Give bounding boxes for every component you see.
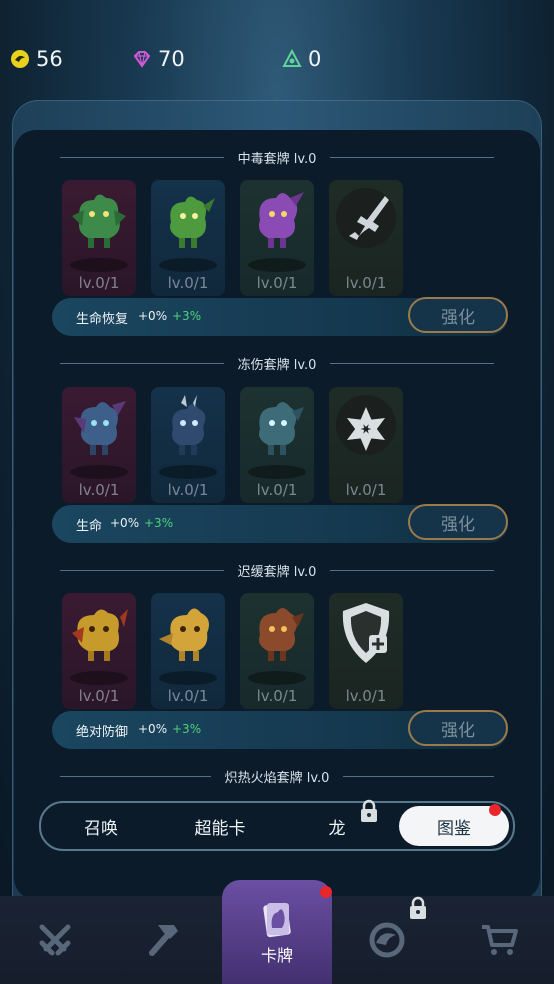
codex-panel[interactable]: 中毒套牌 lv.0 lv.0/1 lv.0/1 lv.0/1 lv.0/1 生命… (14, 130, 540, 900)
gem-icon (133, 51, 151, 68)
card-poison-emblem[interactable]: lv.0/1 (329, 180, 403, 296)
set-title: 冻伤套牌 lv.0 (60, 353, 494, 373)
upgrade-button[interactable]: 强化 (408, 297, 508, 333)
card-level: lv.0/1 (167, 274, 209, 292)
token-value: 0 (308, 47, 322, 71)
dagger-icon (349, 196, 389, 240)
bottom-nav: 卡牌 (0, 880, 554, 984)
lock-icon (410, 896, 426, 919)
purple-dragon-icon (259, 192, 304, 248)
card-level: lv.0/1 (345, 687, 387, 705)
nav-battle[interactable] (0, 896, 110, 984)
shield-plus-icon (342, 603, 390, 663)
set-stat-bar: 绝对防御 +0% +3% 强化 (52, 710, 508, 749)
stat-bonus: +3% (172, 309, 202, 323)
teal-dragon-icon (259, 402, 304, 455)
nav-forge[interactable] (110, 896, 220, 984)
set-title: 中毒套牌 lv.0 (60, 147, 494, 167)
token-counter: 0 (282, 42, 321, 76)
card-level: lv.0/1 (78, 687, 120, 705)
card-row: lv.0/1 lv.0/1 lv.0/1 lv.0/1 (62, 593, 422, 709)
card-level: lv.0/1 (345, 481, 387, 499)
card-row: lv.0/1 lv.0/1 lv.0/1 lv.0/1 (62, 180, 422, 296)
stat-percent: +0% (138, 309, 168, 323)
card-level: lv.0/1 (345, 274, 387, 292)
snowflake-icon (346, 407, 386, 451)
codex-tabs: 召唤 超能卡 龙 图鉴 (39, 799, 515, 851)
resource-bar: 56 70 0 (0, 42, 554, 76)
coin-icon (11, 50, 29, 68)
coin-value: 56 (36, 47, 63, 71)
card-brown-dragon[interactable]: lv.0/1 (240, 593, 314, 709)
card-icon (263, 902, 291, 938)
set-stat-bar: 生命恢复 +0% +3% 强化 (52, 297, 508, 336)
navy-dragon-icon (171, 395, 206, 455)
nav-shop[interactable] (444, 896, 554, 984)
stat-bonus: +3% (172, 722, 202, 736)
card-level: lv.0/1 (256, 687, 298, 705)
gold-dragon-icon (72, 609, 128, 661)
stat-name: 生命恢复 (76, 312, 129, 327)
card-green-dragon-2[interactable]: lv.0/1 (151, 180, 225, 296)
crossed-swords-icon (39, 924, 71, 956)
card-teal-dragon[interactable]: lv.0/1 (240, 387, 314, 503)
codex-scroll-area[interactable]: 中毒套牌 lv.0 lv.0/1 lv.0/1 lv.0/1 lv.0/1 生命… (14, 130, 540, 900)
triangle-token-icon (282, 49, 302, 67)
card-level: lv.0/1 (256, 481, 298, 499)
card-level: lv.0/1 (167, 687, 209, 705)
gem-counter: 70 (132, 42, 185, 76)
card-gold-dragon-1[interactable]: lv.0/1 (62, 593, 136, 709)
blue-dragon-icon (74, 401, 126, 455)
set-stat-bar: 生命 +0% +3% 强化 (52, 504, 508, 543)
gem-value: 70 (158, 47, 185, 71)
nav-cards[interactable]: 卡牌 (222, 880, 332, 984)
notification-dot (489, 804, 501, 816)
stat-bonus: +3% (144, 516, 174, 530)
stat-percent: +0% (110, 516, 140, 530)
portal-icon (369, 922, 405, 958)
card-frost-emblem[interactable]: lv.0/1 (329, 387, 403, 503)
gold-dragon-icon (159, 608, 209, 661)
card-row: lv.0/1 lv.0/1 lv.0/1 lv.0/1 (62, 387, 422, 503)
card-level: lv.0/1 (256, 274, 298, 292)
shop-cart-icon (482, 925, 518, 955)
card-level: lv.0/1 (78, 274, 120, 292)
card-navy-dragon[interactable]: lv.0/1 (151, 387, 225, 503)
card-level: lv.0/1 (78, 481, 120, 499)
stat-name: 绝对防御 (76, 725, 129, 740)
upgrade-button[interactable]: 强化 (408, 710, 508, 746)
card-green-dragon-1[interactable]: lv.0/1 (62, 180, 136, 296)
set-title: 迟缓套牌 lv.0 (60, 560, 494, 580)
lock-icon (361, 799, 377, 822)
upgrade-button[interactable]: 强化 (408, 504, 508, 540)
brown-dragon-icon (259, 608, 304, 661)
stat-percent: +0% (138, 722, 168, 736)
tab-summon[interactable]: 召唤 (51, 803, 151, 849)
card-level: lv.0/1 (167, 481, 209, 499)
card-dark-blue-dragon[interactable]: lv.0/1 (62, 387, 136, 503)
card-slow-emblem[interactable]: lv.0/1 (329, 593, 403, 709)
green-dragon-icon (72, 194, 126, 248)
stat-name: 生命 (76, 519, 103, 534)
card-gold-dragon-2[interactable]: lv.0/1 (151, 593, 225, 709)
set-title: 炽热火焰套牌 lv.0 (60, 766, 494, 786)
nav-cards-label: 卡牌 (260, 946, 293, 965)
green-dragon-icon (170, 196, 215, 248)
hammer-icon (149, 925, 178, 956)
tab-super-card[interactable]: 超能卡 (165, 803, 275, 849)
card-purple-dragon[interactable]: lv.0/1 (240, 180, 314, 296)
notification-dot (320, 886, 332, 898)
coin-counter: 56 (10, 42, 63, 76)
